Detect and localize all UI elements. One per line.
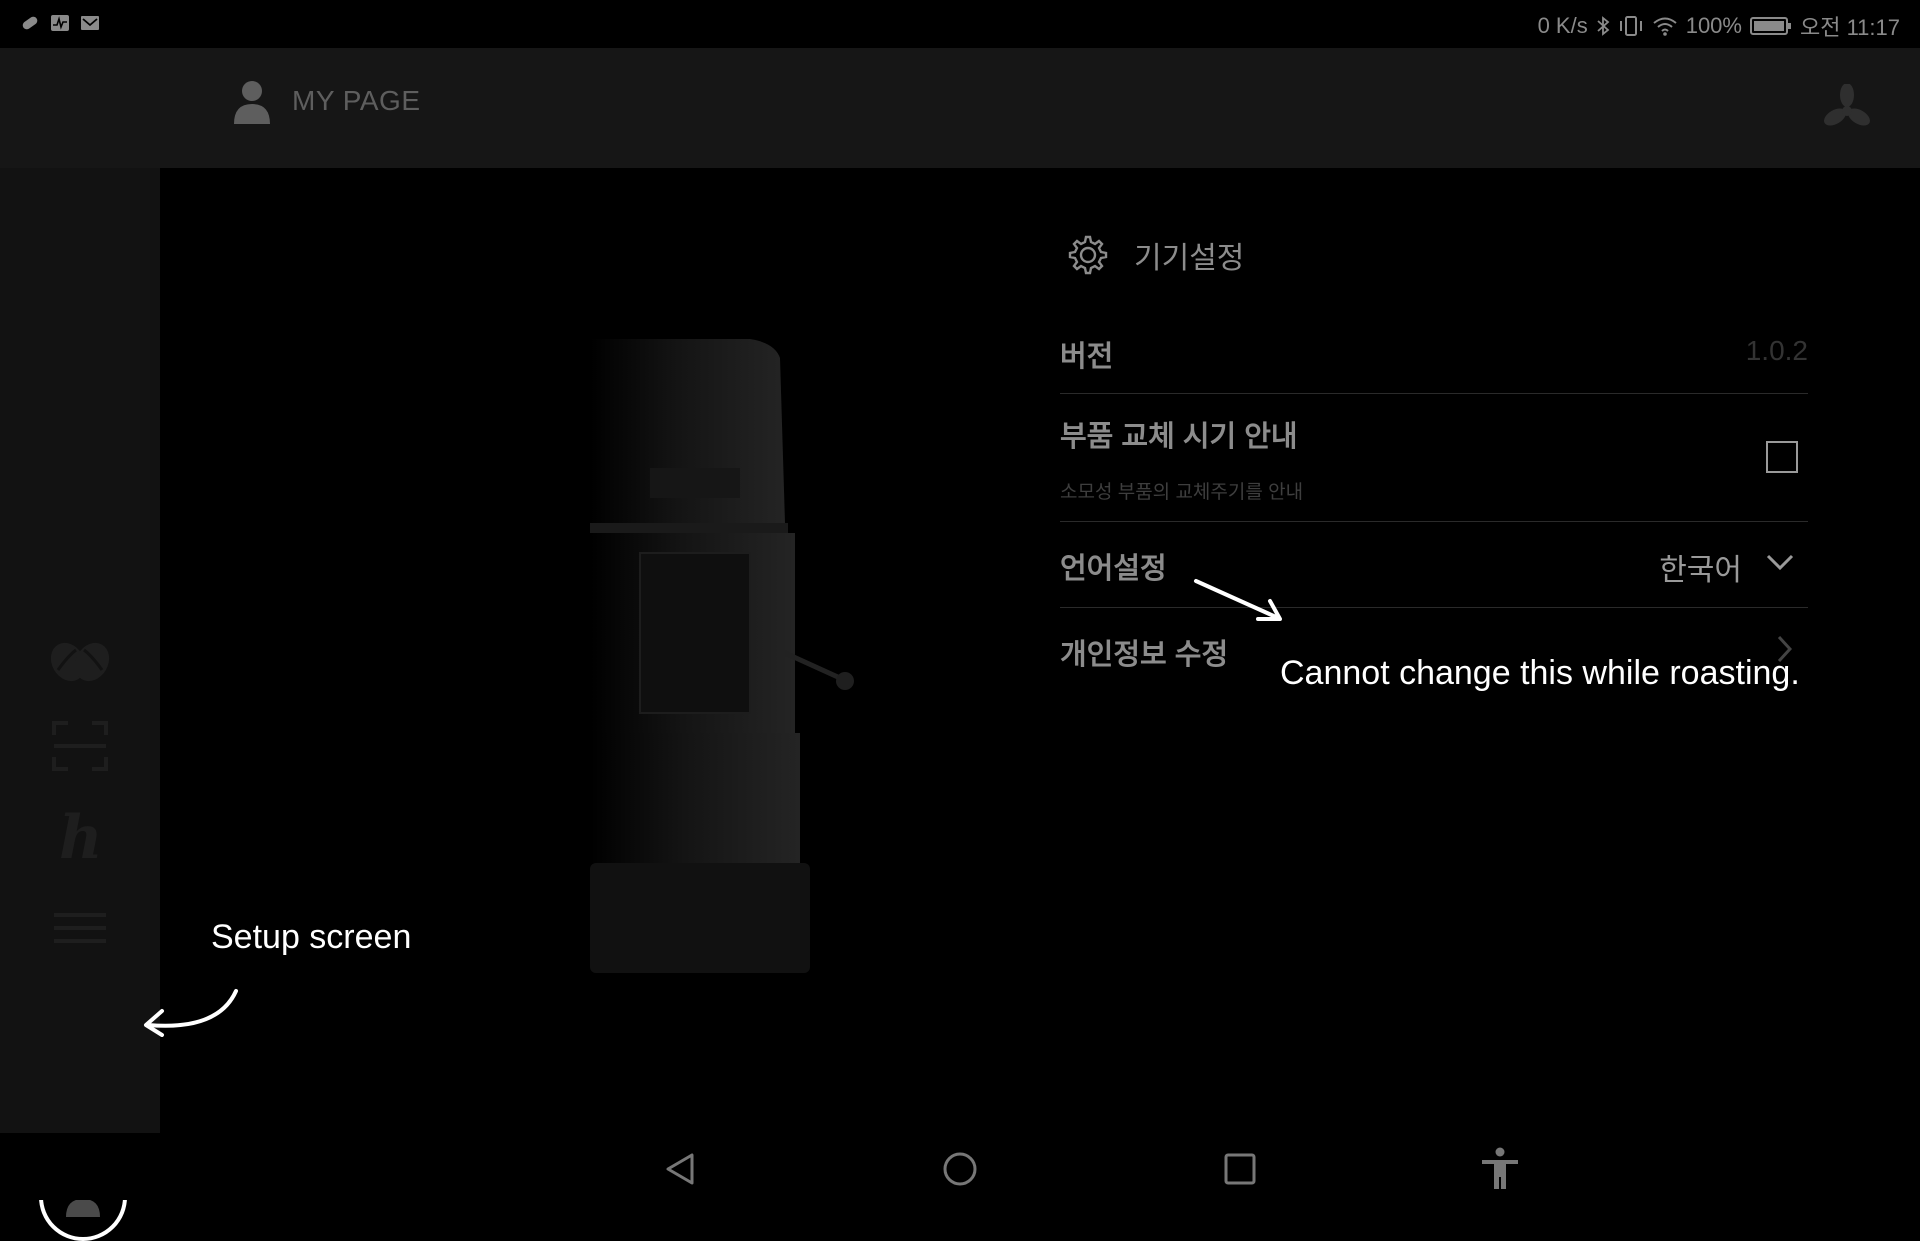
language-select[interactable]: 한국어 [1659, 545, 1742, 589]
sidebar-item-beans[interactable] [48, 630, 112, 690]
fan-icon[interactable] [1822, 84, 1872, 134]
accessibility-icon [1482, 1147, 1518, 1189]
status-bar: 0 K/s 100% 오전 11:17 [0, 0, 1920, 48]
nav-back-button[interactable] [656, 1145, 704, 1193]
nav-recents-button[interactable] [1216, 1145, 1264, 1193]
wifi-icon [1653, 17, 1677, 36]
user-icon [234, 81, 270, 124]
version-value: 1.0.2 [1745, 335, 1808, 366]
gear-icon [1068, 235, 1108, 275]
roasting-arrow-icon [1194, 579, 1282, 621]
back-icon [666, 1153, 694, 1185]
menu-icon [54, 913, 106, 943]
chevron-down-icon[interactable] [1766, 553, 1794, 571]
scan-icon [52, 721, 108, 771]
battery-percent: 100% [1685, 13, 1742, 38]
profile-edit-label: 개인정보 수정 [1060, 639, 1229, 671]
setup-screen-note: Setup screen [211, 918, 412, 956]
parts-replacement-label: 부품 교체 시기 안내 [1060, 421, 1298, 453]
language-label: 언어설정 [1060, 553, 1167, 585]
roasting-note: Cannot change this while roasting. [1280, 654, 1800, 692]
roaster-device-image [590, 339, 854, 973]
setup-arrow-icon [144, 989, 238, 1037]
clock: 오전 11:17 [1799, 15, 1900, 40]
battery-icon [1749, 17, 1791, 35]
sidebar: h [0, 168, 160, 1241]
version-label: 버전 [1060, 341, 1114, 373]
coffee-bean-icon [50, 642, 110, 682]
mail-icon [81, 16, 99, 30]
network-speed: 0 K/s [1537, 13, 1588, 38]
settings-panel: 기기설정 버전 1.0.2 부품 교체 시기 안내 소모성 부품의 교체주기를 … [1060, 233, 1808, 671]
bluetooth-icon [1597, 16, 1610, 36]
version-row: 버전 1.0.2 [1060, 313, 1808, 394]
activity-icon [51, 15, 69, 31]
parts-replacement-row: 부품 교체 시기 안내 소모성 부품의 교체주기를 안내 [1060, 393, 1808, 522]
app-header: MY PAGE [0, 48, 1920, 168]
language-row[interactable]: 언어설정 한국어 [1060, 521, 1808, 608]
nav-home-button[interactable] [936, 1145, 984, 1193]
system-nav-bar [0, 1133, 1920, 1200]
vibrate-icon [1619, 16, 1642, 36]
sidebar-item-h[interactable]: h [48, 806, 112, 866]
sidebar-item-menu[interactable] [48, 898, 112, 958]
page-title: MY PAGE [292, 85, 421, 116]
pill-icon [22, 16, 38, 30]
recents-icon [1224, 1153, 1256, 1185]
svg-text:h: h [59, 806, 103, 866]
home-icon [943, 1152, 977, 1186]
settings-header: 기기설정 [1066, 233, 1808, 277]
settings-title: 기기설정 [1134, 242, 1245, 275]
main-content: 기기설정 버전 1.0.2 부품 교체 시기 안내 소모성 부품의 교체주기를 … [160, 168, 1920, 1133]
parts-replacement-checkbox[interactable] [1766, 441, 1798, 473]
nav-accessibility-button[interactable] [1476, 1145, 1524, 1193]
h-logo-icon: h [59, 806, 103, 866]
sidebar-item-scan[interactable] [48, 716, 112, 776]
parts-replacement-description: 소모성 부품의 교체주기를 안내 [1060, 482, 1304, 503]
